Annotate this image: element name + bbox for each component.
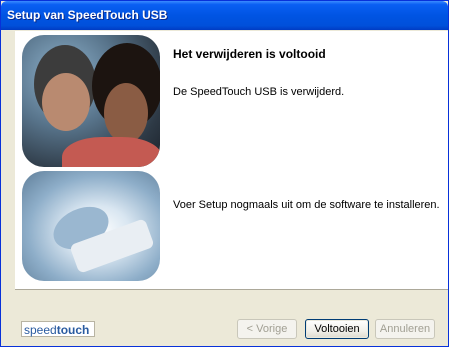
people-photo: [22, 35, 160, 167]
rerun-message: Voer Setup nogmaals uit om de software t…: [173, 199, 440, 211]
cancel-button[interactable]: Annuleren: [375, 319, 435, 339]
back-button[interactable]: < Vorige: [237, 319, 297, 339]
girl-face: [104, 83, 148, 143]
setup-dialog: Setup van SpeedTouch USB Het verwijderen…: [0, 0, 449, 347]
keyboard-photo: [22, 171, 160, 281]
finish-button[interactable]: Voltooien: [305, 319, 369, 339]
shirt: [62, 137, 160, 167]
completion-heading: Het verwijderen is voltooid: [173, 47, 326, 61]
logo-suffix: touch: [56, 323, 90, 337]
speedtouch-logo: speedtouch: [21, 321, 95, 337]
window-title: Setup van SpeedTouch USB: [7, 8, 168, 22]
man-face: [42, 73, 90, 131]
removed-message: De SpeedTouch USB is verwijderd.: [173, 86, 345, 98]
logo-prefix: speed: [24, 323, 57, 337]
button-bar: speedtouch < Vorige Voltooien Annuleren: [1, 290, 448, 346]
content-panel: Het verwijderen is voltooid De SpeedTouc…: [15, 31, 448, 290]
title-bar[interactable]: Setup van SpeedTouch USB: [1, 1, 448, 30]
